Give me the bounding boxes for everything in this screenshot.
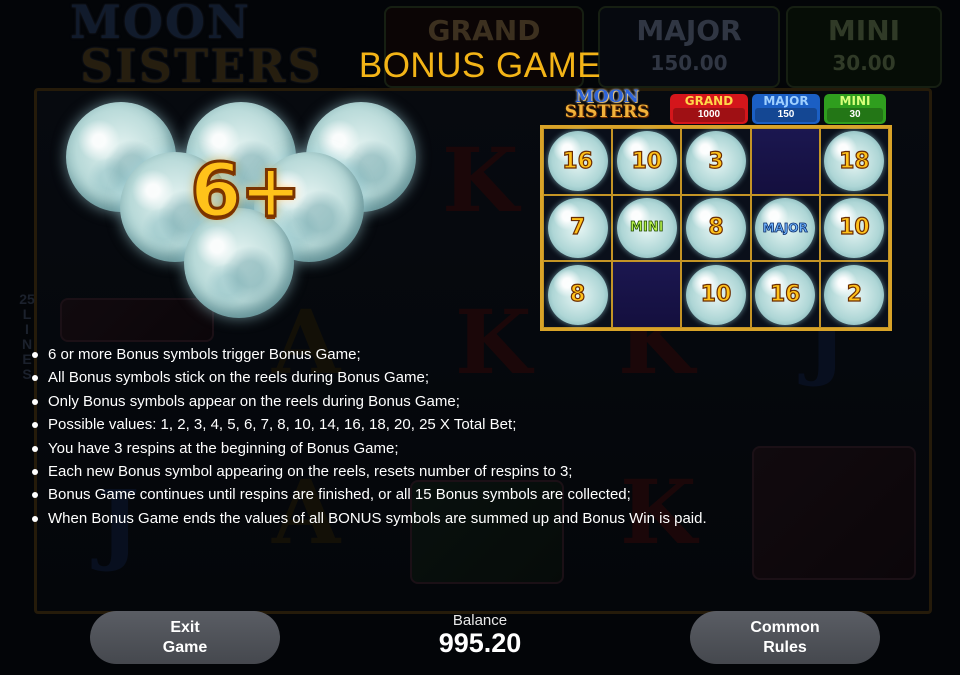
mini-game-logo: MOON SISTERS <box>548 89 666 124</box>
rule-item: Each new Bonus symbol appearing on the r… <box>30 460 830 483</box>
grid-cell: MINI <box>612 194 682 262</box>
page-title: BONUS GAME <box>358 46 602 85</box>
bonus-symbol: 7 <box>547 197 608 258</box>
balance-value: 995.20 <box>438 628 522 658</box>
mini-logo-line-2: SISTERS <box>564 102 650 122</box>
bonus-symbol: 3 <box>685 131 746 192</box>
bonus-symbol: 16 <box>755 264 816 325</box>
exit-game-button[interactable]: Exit Game <box>90 611 280 664</box>
rule-item: You have 3 respins at the beginning of B… <box>30 437 830 460</box>
exit-game-label-line-2: Game <box>162 638 208 656</box>
grid-cell: MAJOR <box>750 194 820 262</box>
major-jackpot-symbol: MAJOR <box>755 197 816 258</box>
exit-game-label-line-1: Exit <box>170 618 200 636</box>
bonus-symbol: 10 <box>616 131 677 192</box>
mini-jackpot-mini-value: 30 <box>827 108 883 122</box>
bonus-reel-grid: 16 10 3 18 7 MINI 8 MAJOR 10 8 10 16 2 <box>540 125 892 331</box>
mini-jackpot-grand-label: GRAND <box>684 94 734 108</box>
grid-cell: 10 <box>612 128 682 195</box>
bonus-symbol: 8 <box>685 197 746 258</box>
balance-label: Balance <box>452 612 508 629</box>
rule-item: Only Bonus symbols appear on the reels d… <box>30 390 830 413</box>
rule-item: All Bonus symbols stick on the reels dur… <box>30 366 830 389</box>
mini-jackpot-major-value: 150 <box>755 108 817 122</box>
rule-item: 6 or more Bonus symbols trigger Bonus Ga… <box>30 343 830 366</box>
mini-jackpot-symbol: MINI <box>616 197 677 258</box>
trigger-count-badge: 6+ <box>189 147 304 236</box>
grid-cell: 7 <box>543 194 613 262</box>
mini-jackpot-mini-label: MINI <box>839 94 871 108</box>
grid-cell-empty <box>750 128 820 195</box>
rule-item: Possible values: 1, 2, 3, 4, 5, 6, 7, 8,… <box>30 413 830 436</box>
grid-cell: 10 <box>681 261 751 328</box>
mini-jackpot-grand: GRAND 1000 <box>670 94 748 124</box>
common-rules-label-line-2: Rules <box>763 638 807 656</box>
bonus-symbol: 2 <box>824 264 885 325</box>
mini-jackpot-grand-value: 1000 <box>673 108 745 122</box>
mini-jackpot-major-label: MAJOR <box>763 94 809 108</box>
grid-cell: 3 <box>681 128 751 195</box>
grid-cell-empty <box>612 261 682 328</box>
bonus-symbol: 10 <box>685 264 746 325</box>
grid-cell: 2 <box>819 261 889 328</box>
rule-item: Bonus Game continues until respins are f… <box>30 483 830 506</box>
common-rules-button[interactable]: Common Rules <box>690 611 880 664</box>
bonus-symbol: 8 <box>547 264 608 325</box>
mini-jackpot-mini: MINI 30 <box>824 94 886 124</box>
bonus-symbol: 18 <box>824 131 885 192</box>
common-rules-label-line-1: Common <box>750 618 820 636</box>
grid-cell: 8 <box>681 194 751 262</box>
rule-item: When Bonus Game ends the values of all B… <box>30 507 830 530</box>
bonus-symbol: 16 <box>547 131 608 192</box>
grid-cell: 18 <box>819 128 889 195</box>
grid-cell: 8 <box>543 261 613 328</box>
grid-cell: 16 <box>543 128 613 195</box>
rules-list: 6 or more Bonus symbols trigger Bonus Ga… <box>30 343 830 530</box>
mini-jackpot-major: MAJOR 150 <box>752 94 820 124</box>
grid-cell: 10 <box>819 194 889 262</box>
bonus-symbol: 10 <box>824 197 885 258</box>
grid-cell: 16 <box>750 261 820 328</box>
